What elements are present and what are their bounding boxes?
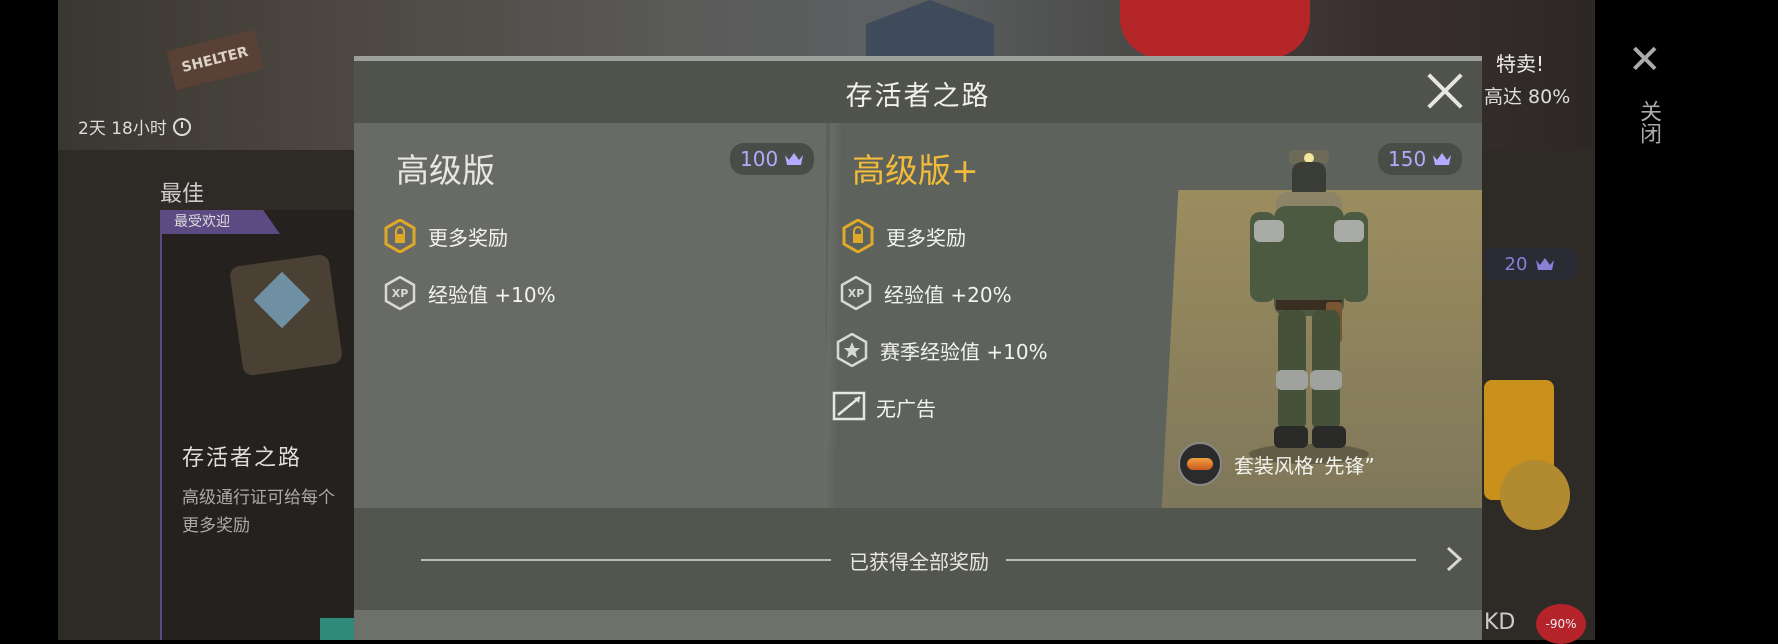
svg-text:XP: XP xyxy=(848,287,865,300)
xp-icon: XP xyxy=(384,275,416,311)
outfit-style-label: 套装风格“先锋” xyxy=(1234,453,1375,478)
feature-label: 更多奖励 xyxy=(428,225,508,250)
offer-card-title: 存活者之路 xyxy=(182,446,303,471)
feature-row: XP 经验值 +10% xyxy=(384,275,556,311)
footer-divider-left xyxy=(421,559,831,561)
price-value: 100 xyxy=(740,147,779,171)
currency-label: KD xyxy=(1484,610,1516,635)
shelter-sign-text: SHELTER xyxy=(180,44,250,76)
discount-badge: -90% xyxy=(1536,604,1586,644)
feature-label: 经验值 +10% xyxy=(428,282,556,307)
dialog-title: 存活者之路 xyxy=(845,81,991,112)
feature-row: 更多奖励 xyxy=(384,218,508,254)
dialog-bottom-strip xyxy=(354,610,1482,640)
svg-text:XP: XP xyxy=(392,287,409,300)
sale-upto-label: 高达 80% xyxy=(1484,86,1571,108)
feature-label: 经验值 +20% xyxy=(884,282,1012,307)
dialog-close-icon[interactable] xyxy=(1424,70,1466,112)
offer-card-description: 高级通行证可给每个 更多奖励 xyxy=(182,488,335,536)
event-timer: 2天 18小时 xyxy=(78,114,191,139)
feature-label: 赛季经验值 +10% xyxy=(880,339,1048,364)
popular-badge: 最受欢迎 xyxy=(160,210,280,234)
no-ads-icon xyxy=(832,390,866,424)
vanguard-outfit-character xyxy=(1214,142,1404,472)
tier-premium-price[interactable]: 100 xyxy=(730,143,815,175)
lock-icon xyxy=(842,218,874,254)
crown-icon xyxy=(1535,256,1555,272)
close-icon[interactable]: ✕ xyxy=(1628,40,1662,80)
feature-row: 更多奖励 xyxy=(842,218,966,254)
feature-label: 更多奖励 xyxy=(886,225,966,250)
goggles-icon xyxy=(1178,442,1222,486)
footer-divider-right xyxy=(1006,559,1416,561)
feature-row: XP 经验值 +20% xyxy=(840,275,1012,311)
premium-pass-dialog: 存活者之路 高级版 100 更多奖励 XP 经验值 +10% 高级版+ 150 … xyxy=(354,56,1482,640)
tier-premium-title: 高级版 xyxy=(396,151,495,190)
crown-icon xyxy=(1432,151,1452,167)
price-value: 20 xyxy=(1504,253,1528,275)
feature-row: 赛季经验值 +10% xyxy=(836,332,1048,368)
price-tag[interactable]: 20 xyxy=(1484,248,1576,280)
xp-icon: XP xyxy=(840,275,872,311)
sale-label: 特卖! xyxy=(1496,52,1545,76)
season-xp-icon xyxy=(836,332,868,368)
outfit-style-row[interactable]: 套装风格“先锋” xyxy=(1178,442,1375,486)
crown-icon xyxy=(784,151,804,167)
lock-icon xyxy=(384,218,416,254)
clock-icon xyxy=(172,117,191,136)
all-rewards-claimed-text: 已获得全部奖励 xyxy=(849,550,989,574)
coins-image xyxy=(1500,460,1570,530)
timer-text: 2天 18小时 xyxy=(78,119,167,139)
best-label: 最佳 xyxy=(160,182,205,207)
close-label[interactable]: 关闭 xyxy=(1632,100,1664,144)
tier-premium-plus-title: 高级版+ xyxy=(852,151,979,190)
banner-sign-art xyxy=(1120,0,1310,58)
feature-row: 无广告 xyxy=(832,390,936,424)
chevron-right-icon[interactable] xyxy=(1442,544,1466,574)
feature-label: 无广告 xyxy=(876,396,936,421)
